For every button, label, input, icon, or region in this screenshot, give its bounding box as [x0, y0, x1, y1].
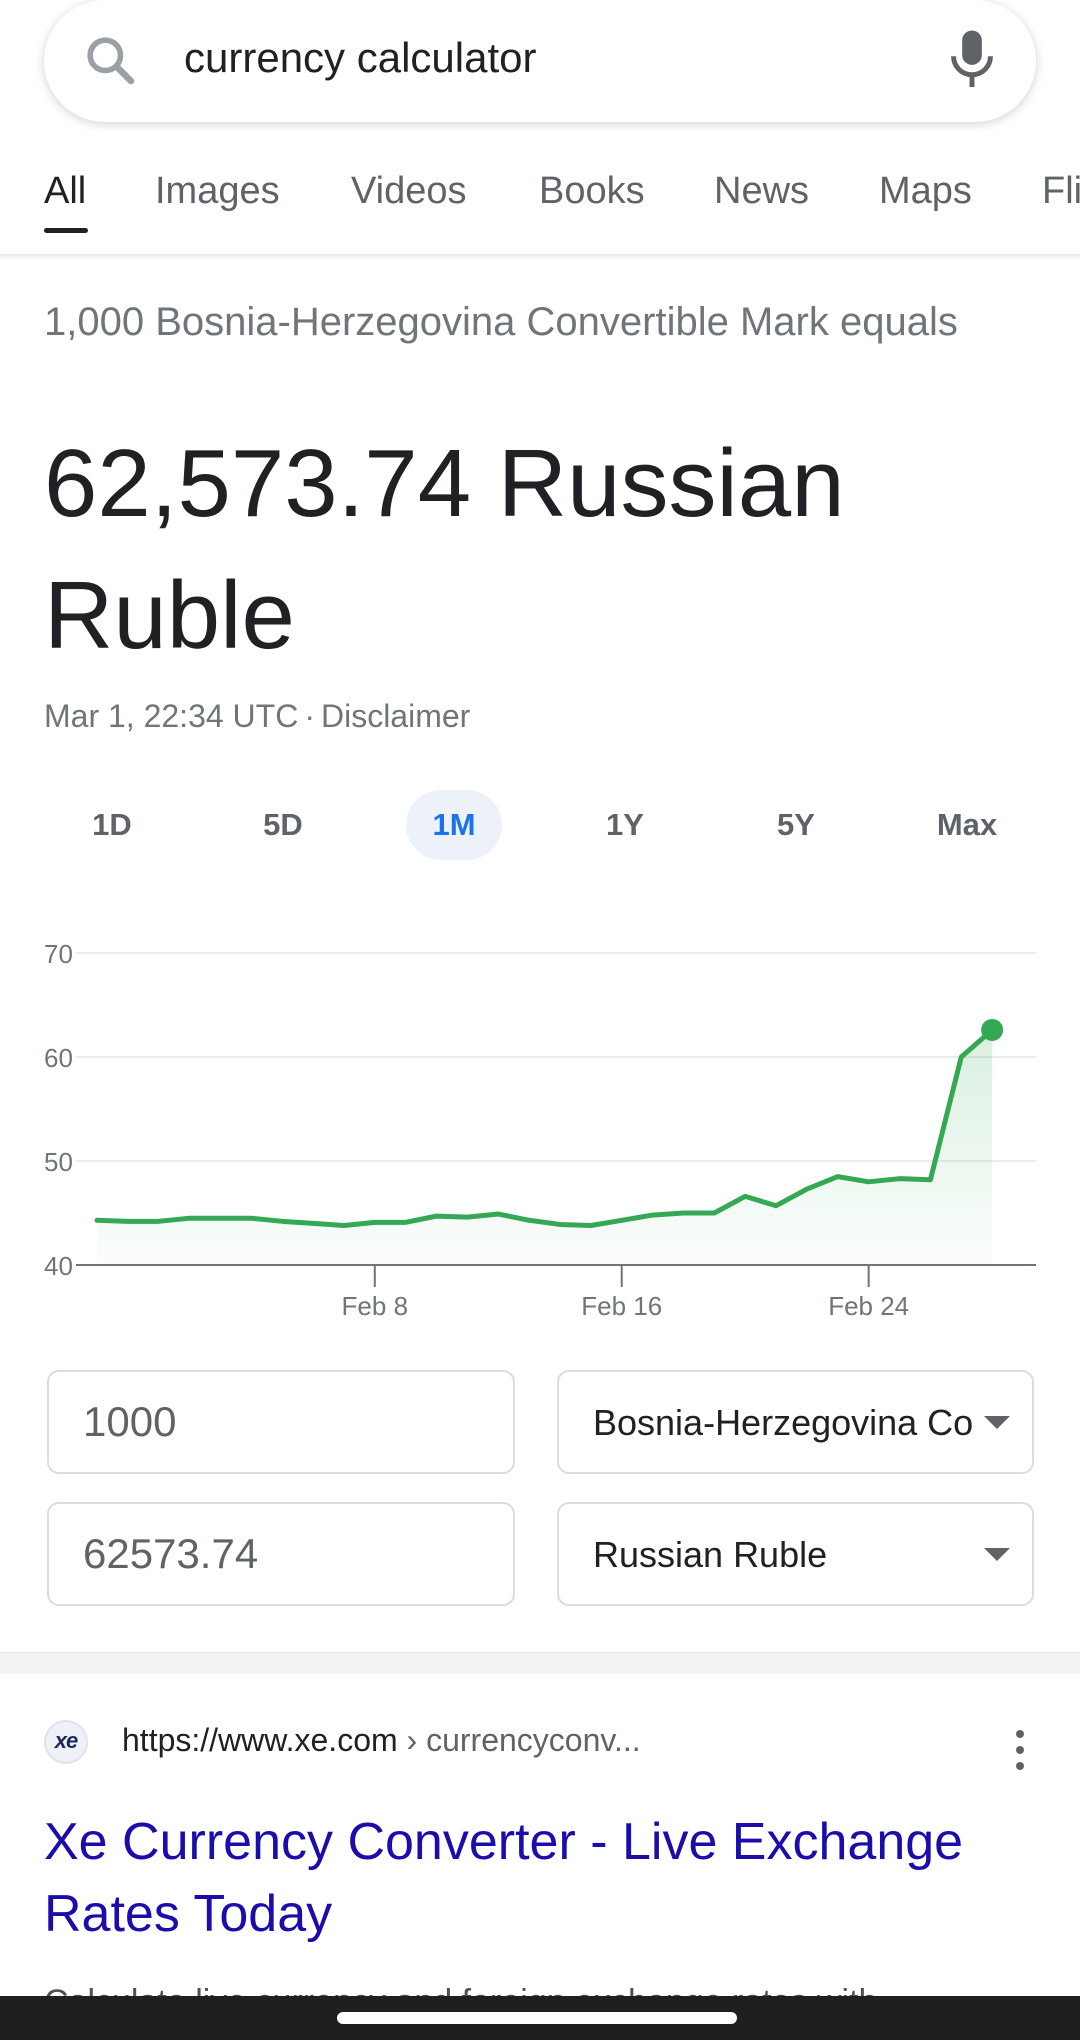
- from-currency-value[interactable]: Bosnia-Herzegovina Convertible Mark: [593, 1402, 972, 1444]
- microphone-icon[interactable]: [942, 28, 1002, 92]
- result-breadcrumb[interactable]: › currencyconv...: [398, 1722, 641, 1758]
- x-tick-label: Feb 24: [828, 1291, 909, 1321]
- range-1d[interactable]: 1D: [64, 790, 160, 860]
- tab-images[interactable]: Images: [155, 170, 280, 213]
- timestamp: Mar 1, 22:34 UTC: [44, 698, 299, 734]
- meta-separator: ·: [304, 698, 315, 734]
- from-currency-select[interactable]: Bosnia-Herzegovina Convertible Mark: [557, 1370, 1034, 1474]
- home-gesture-handle[interactable]: [337, 2012, 737, 2024]
- x-tick-label: Feb 8: [342, 1291, 409, 1321]
- section-divider: [0, 1652, 1080, 1674]
- search-tabs: All Images Videos Books News Maps Fli: [0, 158, 1080, 258]
- dropdown-caret-icon: [984, 1548, 1010, 1561]
- y-tick-label: 70: [44, 939, 73, 969]
- exchange-rate-chart[interactable]: 40 50 60 70 Feb 8 Feb 16 Feb 24: [0, 920, 1080, 1340]
- result-snippet: Calculate live currency and foreign exch…: [44, 1972, 1044, 1996]
- to-currency-select[interactable]: Russian Ruble: [557, 1502, 1034, 1606]
- active-tab-indicator: [44, 228, 88, 233]
- latest-point: [981, 1018, 1004, 1041]
- from-amount-value[interactable]: 1000: [83, 1398, 176, 1446]
- conversion-source-text: 1,000 Bosnia-Herzegovina Convertible Mar…: [44, 300, 958, 344]
- x-tick-label: Feb 16: [581, 1291, 662, 1321]
- range-1m[interactable]: 1M: [406, 790, 502, 860]
- range-1y[interactable]: 1Y: [577, 790, 673, 860]
- tab-news[interactable]: News: [714, 170, 809, 213]
- y-tick-label: 50: [44, 1147, 73, 1177]
- dropdown-caret-icon: [984, 1416, 1010, 1429]
- search-input[interactable]: currency calculator: [184, 34, 536, 82]
- result-title-link[interactable]: Xe Currency Converter - Live Exchange Ra…: [44, 1806, 1044, 1950]
- disclaimer-link[interactable]: Disclaimer: [321, 698, 470, 734]
- conversion-result: 62,573.74 Russian Ruble: [44, 430, 845, 669]
- search-icon[interactable]: [82, 32, 138, 88]
- favicon-text: xe: [54, 1728, 78, 1753]
- conversion-meta: Mar 1, 22:34 UTC · Disclaimer: [44, 698, 470, 735]
- search-bar[interactable]: currency calculator: [44, 0, 1036, 122]
- tab-flights[interactable]: Fli: [1042, 170, 1080, 213]
- more-options-icon[interactable]: [1010, 1728, 1030, 1772]
- xe-favicon-icon: xe: [44, 1720, 88, 1764]
- range-max[interactable]: Max: [919, 790, 1015, 860]
- result-domain[interactable]: https://www.xe.com: [122, 1722, 398, 1758]
- range-selector: 1D 5D 1M 1Y 5Y Max: [44, 790, 1036, 860]
- range-5y[interactable]: 5Y: [748, 790, 844, 860]
- to-amount-field[interactable]: 62573.74: [47, 1502, 515, 1606]
- divider: [0, 254, 1080, 260]
- system-navigation-bar: [0, 1996, 1080, 2040]
- to-currency-value[interactable]: Russian Ruble: [593, 1534, 972, 1576]
- tab-maps[interactable]: Maps: [879, 170, 972, 213]
- tab-all[interactable]: All: [44, 170, 86, 213]
- to-amount-value[interactable]: 62573.74: [83, 1530, 258, 1578]
- result-url[interactable]: https://www.xe.com › currencyconv...: [122, 1722, 641, 1759]
- y-tick-label: 40: [44, 1251, 73, 1281]
- series-area: [97, 1029, 993, 1265]
- range-5d[interactable]: 5D: [235, 790, 331, 860]
- tab-videos[interactable]: Videos: [351, 170, 467, 213]
- tab-books[interactable]: Books: [539, 170, 645, 213]
- y-tick-label: 60: [44, 1043, 73, 1073]
- from-amount-field[interactable]: 1000: [47, 1370, 515, 1474]
